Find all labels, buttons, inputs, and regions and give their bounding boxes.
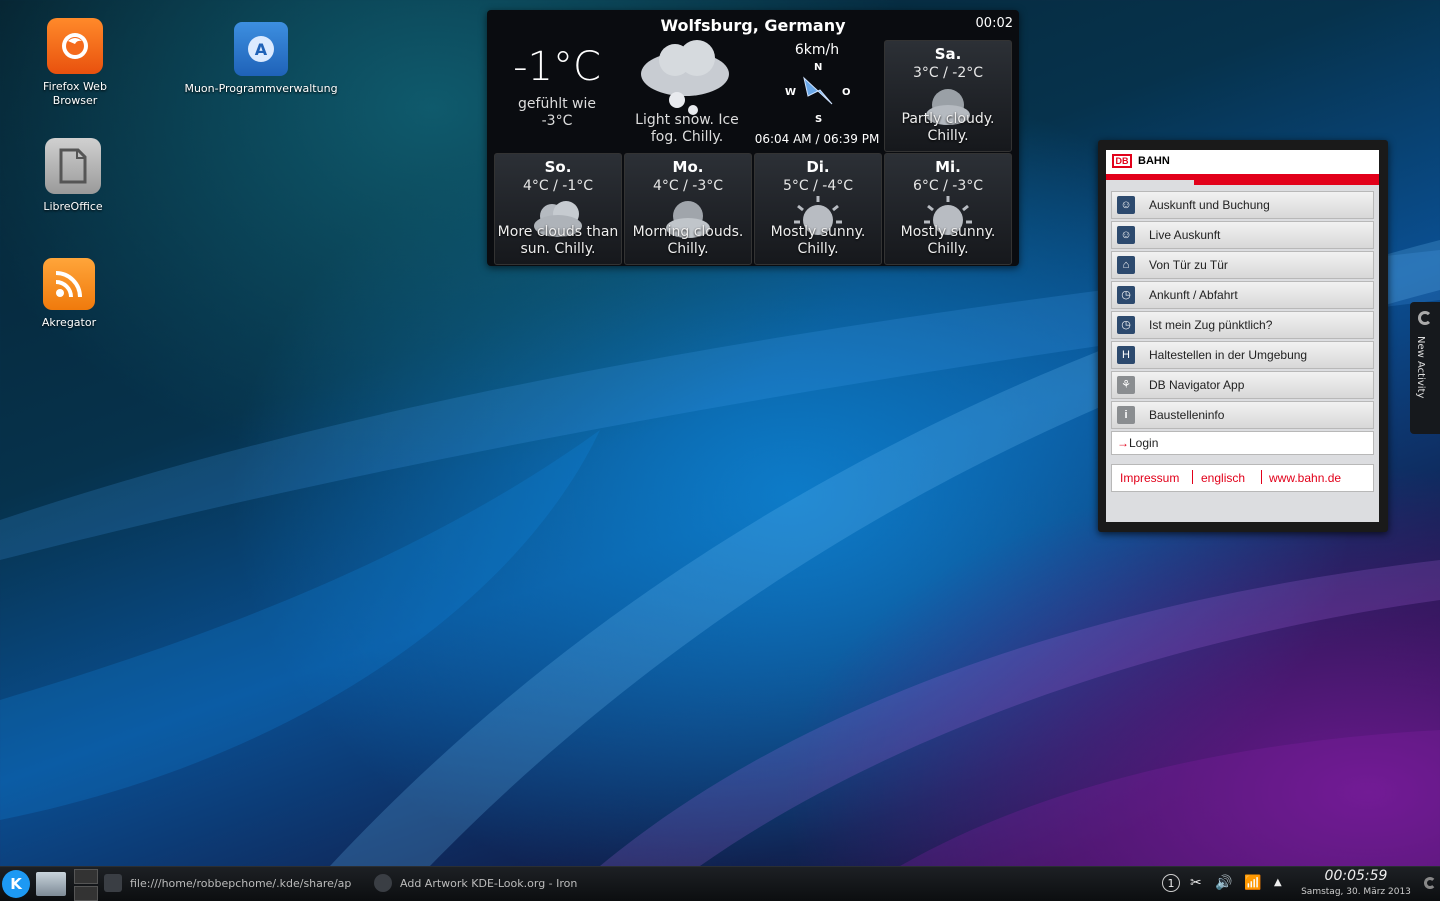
firefox-icon [47,18,103,74]
svg-text:A: A [255,40,268,59]
footer-divider [1261,470,1262,484]
db-menu-auskunft-buchung[interactable]: ☺ Auskunft und Buchung [1111,191,1374,219]
desktop-pager[interactable] [74,869,98,901]
desktop-icon-libreoffice[interactable]: LibreOffice [18,138,128,214]
pager-desktop-2[interactable] [74,886,98,901]
libreoffice-icon [45,138,101,194]
notifications-icon[interactable]: 1 [1162,874,1180,892]
forecast-day: Di. 5°C / -4°C Mostly sunny. Chilly. [754,153,882,265]
desktop-icon-akregator[interactable]: Akregator [14,258,124,330]
expand-tray-icon[interactable]: ▲ [1274,877,1282,888]
weather-location: Wolfsburg, Germany [660,16,846,35]
application-launcher-button[interactable]: K [2,870,30,898]
db-menu-zug-puenktlich[interactable]: ◷ Ist mein Zug pünktlich? [1111,311,1374,339]
forecast-day: So. 4°C / -1°C More clouds than sun. Chil… [494,153,622,265]
forecast-day: Sa. 3°C / -2°C Partly cloudy. Chilly. [884,40,1012,152]
weather-widget[interactable]: Wolfsburg, Germany 00:02 -1°C gefühlt wi… [487,10,1019,266]
current-condition: Light snow. Ice fog. Chilly. [635,112,739,145]
volume-icon[interactable]: 🔊 [1215,875,1232,891]
clock-date: Samstag, 30. März 2013 [1301,887,1411,897]
navigator-icon: ⚘ [1117,376,1135,394]
arrow-right-icon: → [1117,436,1129,450]
db-login-link[interactable]: → Login [1111,431,1374,455]
compass-north: N [814,62,823,73]
db-bahn-widget[interactable]: DB BAHN ☺ Auskunft und Buchung ☺ Live Ausk… [1098,140,1388,532]
desktop-icon-label: Muon-Programmverwaltung [184,82,338,95]
clock-icon: ◷ [1117,286,1135,304]
bahn-website-link[interactable]: www.bahn.de [1269,471,1341,485]
panel-toolbox-icon[interactable] [1424,877,1436,889]
desktop-icon-label: Firefox Web Browser [43,80,107,107]
wind-compass: N W O S [782,62,852,128]
punctuality-icon: ◷ [1117,316,1135,334]
clipboard-icon[interactable]: ✂ [1190,875,1202,891]
db-menu-live-auskunft[interactable]: ☺ Live Auskunft [1111,221,1374,249]
compass-south: S [815,114,823,125]
forecast-day: Mi. 6°C / -3°C Mostly sunny. Chilly. [884,153,1012,265]
taskbar: K file:///home/robbepchome/.kde/share/ap… [0,866,1440,901]
task-file-manager[interactable]: file:///home/robbepchome/.kde/share/ap [104,871,368,897]
footer-divider [1192,470,1193,484]
desktop-icon-firefox[interactable]: Firefox Web Browser [20,18,130,108]
db-menu-ankunft-abfahrt[interactable]: ◷ Ankunft / Abfahrt [1111,281,1374,309]
wind-arrow-icon [803,76,833,105]
desktop-icon-label: Akregator [41,316,97,329]
package-manager-icon: A [234,22,288,76]
browser-icon [374,874,392,892]
db-accent-bar [1194,180,1379,185]
compass-east: O [842,87,851,98]
new-activity-label: New Activity [1415,336,1426,399]
desktop-icon-muon[interactable]: A Muon-Programmverwaltung [184,22,338,96]
house-icon: ⌂ [1117,256,1135,274]
db-header: DB BAHN [1106,150,1379,174]
task-browser[interactable]: Add Artwork KDE-Look.org - Iron [374,871,634,897]
file-manager-icon [104,874,122,892]
db-menu-tuer-zu-tuer[interactable]: ⌂ Von Tür zu Tür [1111,251,1374,279]
network-icon[interactable]: 📶 [1244,875,1261,891]
feels-like: gefühlt wie -3°C [518,96,596,129]
impressum-link[interactable]: Impressum [1120,471,1179,485]
desktop-icon-label: LibreOffice [43,200,103,213]
db-footer: Impressum englisch www.bahn.de [1111,464,1374,492]
db-brand: BAHN [1138,155,1170,167]
live-info-icon: ☺ [1117,226,1135,244]
stop-icon: H [1117,346,1135,364]
info-icon: i [1117,406,1135,424]
wind-speed: 6km/h [794,42,840,58]
new-activity-tab[interactable]: New Activity [1410,302,1440,434]
pager-desktop-1[interactable] [74,869,98,884]
db-menu-baustelleninfo[interactable]: i Baustelleninfo [1111,401,1374,429]
snow-cloud-icon [637,38,737,118]
rss-feed-icon [43,258,95,310]
db-logo: DB [1112,154,1132,168]
db-menu: ☺ Auskunft und Buchung ☺ Live Auskunft ⌂ Vo… [1111,191,1374,455]
compass-west: W [785,87,797,98]
db-menu-navigator-app[interactable]: ⚘ DB Navigator App [1111,371,1374,399]
forecast-day: Mo. 4°C / -3°C Morning clouds. Chilly. [624,153,752,265]
db-bahn-panel: DB BAHN ☺ Auskunft und Buchung ☺ Live Ausk… [1106,150,1379,522]
weather-update-time: 00:02 [975,16,1013,31]
show-desktop-button[interactable] [36,872,66,896]
passenger-icon: ☺ [1117,196,1135,214]
clock-time[interactable]: 00:05:59 [1300,868,1412,884]
db-menu-haltestellen[interactable]: H Haltestellen in der Umgebung [1111,341,1374,369]
activity-icon [1418,311,1432,325]
sunrise-sunset: 06:04 AM / 06:39 PM [754,132,880,146]
englisch-link[interactable]: englisch [1201,471,1245,485]
current-temperature: -1°C [513,44,601,90]
